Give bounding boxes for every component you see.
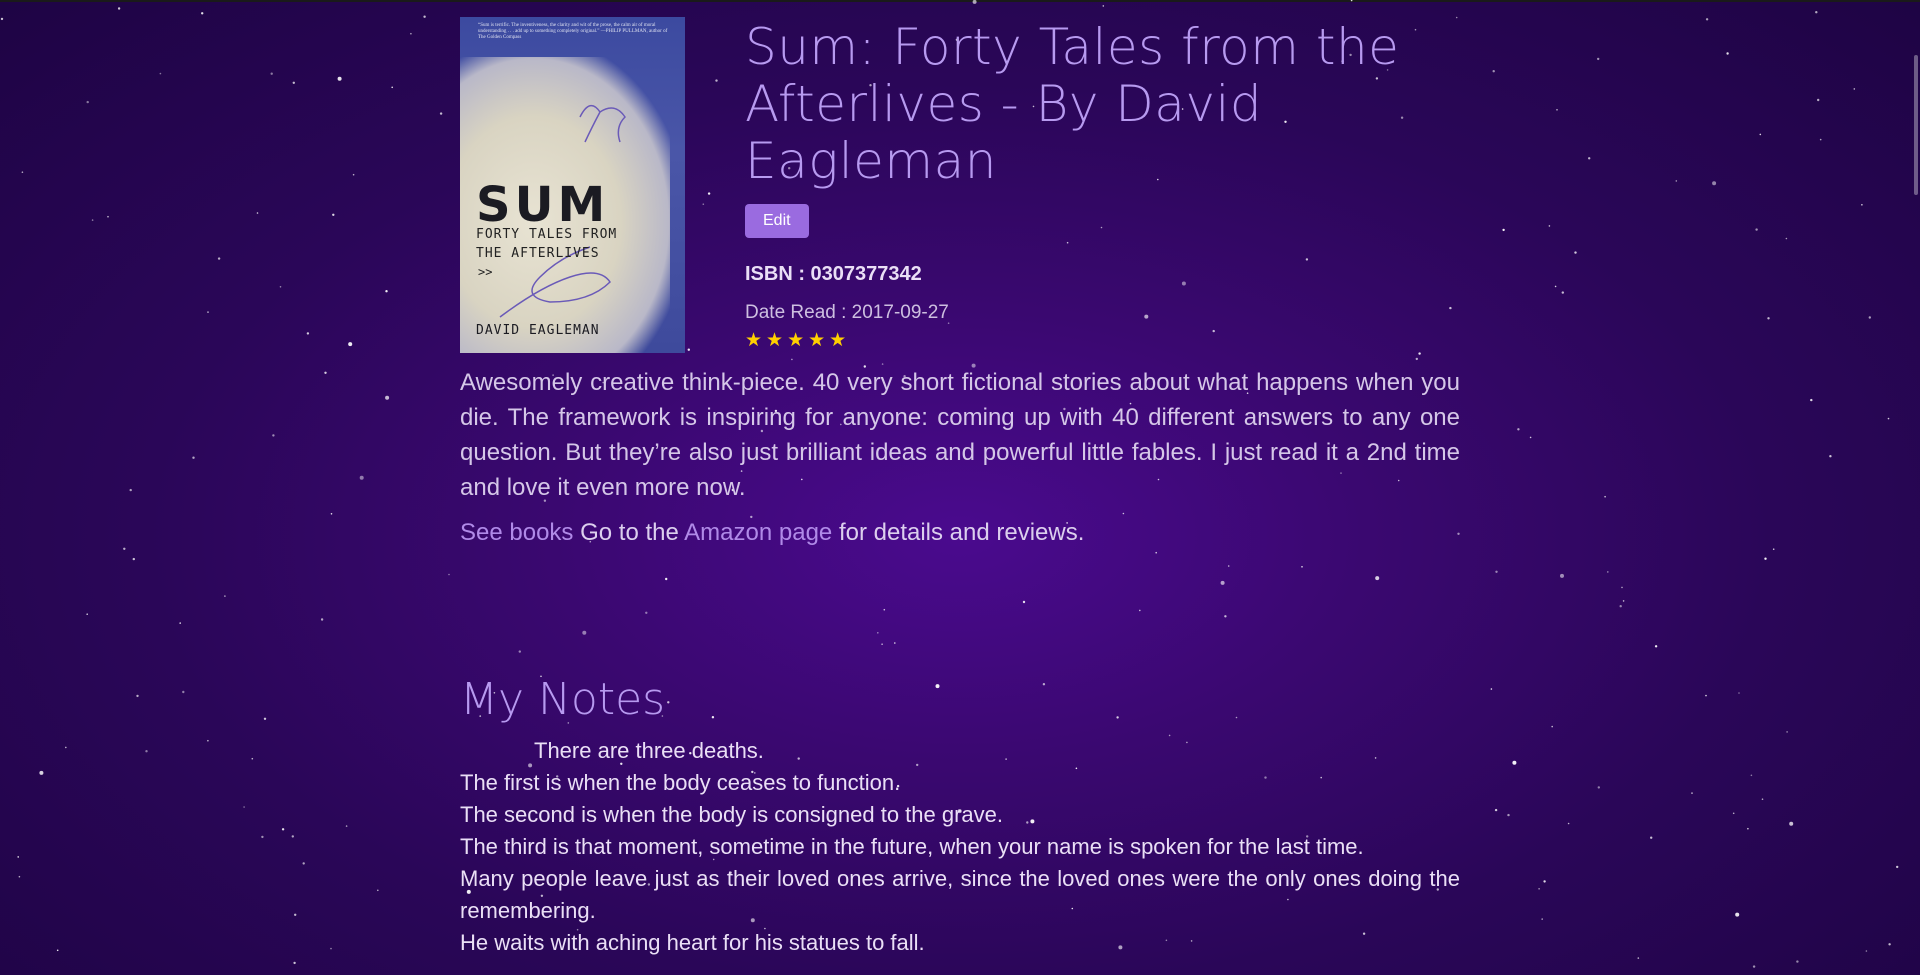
note-line: Many people leave just as their loved on…	[460, 866, 1460, 923]
note-line: He waits with aching heart for his statu…	[460, 930, 925, 955]
review-text: Awesomely creative think-piece. 40 very …	[460, 369, 1460, 501]
go-to-text: Go to the	[573, 519, 685, 546]
book-links: See books Go to the Amazon page for deta…	[460, 519, 1460, 547]
scrollbar-thumb[interactable]	[1914, 55, 1918, 195]
notes-body: There are three deaths. The first is whe…	[460, 735, 1460, 959]
details-text: for details and reviews.	[832, 519, 1085, 546]
note-line: There are three deaths.	[534, 738, 764, 763]
book-detail: “Sum is terrific. The inventiveness, the…	[460, 0, 1460, 959]
edit-button[interactable]: Edit	[745, 204, 809, 238]
cover-author: DAVID EAGLEMAN	[476, 323, 600, 338]
see-books-link[interactable]: See books	[460, 519, 573, 546]
note-line: The third is that moment, sometime in th…	[460, 834, 1364, 859]
amazon-page-link[interactable]: Amazon page	[684, 519, 832, 546]
cover-subtitle: FORTY TALES FROM THE AFTERLIVES	[476, 227, 618, 261]
note-line: The second is when the body is consigned…	[460, 802, 1004, 827]
note-line: The first is when the body ceases to fun…	[460, 770, 901, 795]
book-cover-image: “Sum is terrific. The inventiveness, the…	[460, 17, 685, 353]
cover-arrows: >>	[478, 265, 493, 279]
notes-heading: My Notes	[460, 674, 666, 725]
page-scrollbar[interactable]	[1910, 0, 1920, 975]
